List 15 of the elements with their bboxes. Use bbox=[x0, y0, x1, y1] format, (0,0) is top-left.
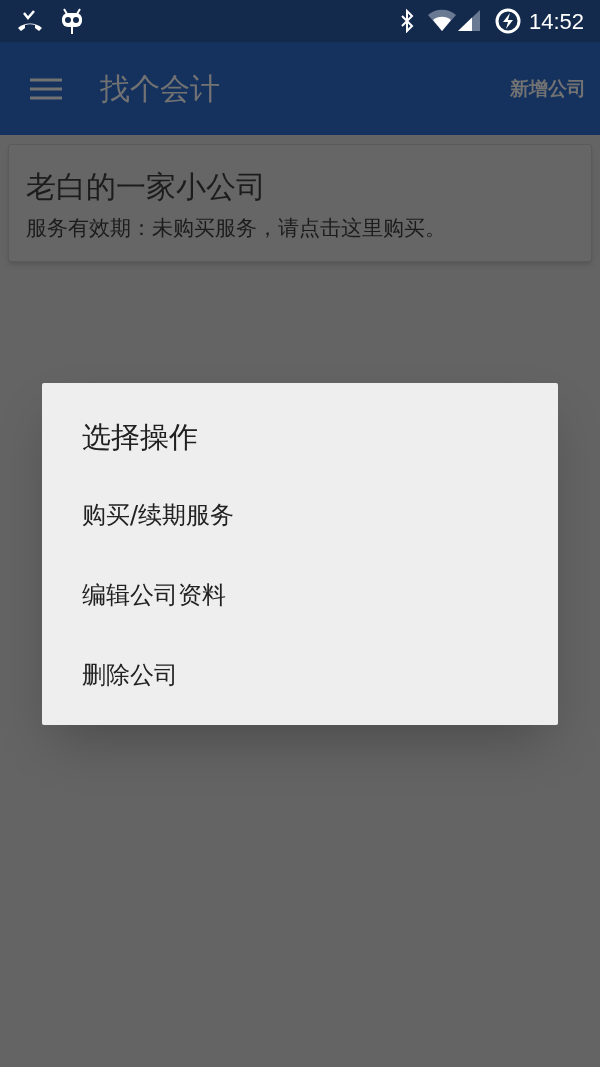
app-title: 找个会计 bbox=[100, 70, 220, 108]
clock-time: 14:52 bbox=[528, 7, 584, 36]
dialog-menu-item[interactable]: 删除公司 bbox=[42, 635, 558, 715]
missed-call-icon bbox=[16, 9, 44, 33]
dialog-title: 选择操作 bbox=[81, 419, 199, 456]
bluetooth-icon bbox=[398, 9, 415, 33]
menu-icon[interactable] bbox=[30, 77, 62, 100]
battery-charging-icon bbox=[494, 8, 521, 34]
service-status: 服务有效期：未购买服务，请点击这里购买。 bbox=[26, 215, 447, 242]
dialog-menu-item[interactable]: 购买/续期服务 bbox=[42, 475, 558, 555]
wifi-icon bbox=[426, 9, 457, 33]
robot-icon bbox=[60, 7, 84, 35]
dialog-menu-item[interactable]: 编辑公司资料 bbox=[42, 555, 558, 635]
company-name: 老白的一家小公司 bbox=[26, 168, 267, 206]
signal-icon bbox=[456, 9, 481, 33]
